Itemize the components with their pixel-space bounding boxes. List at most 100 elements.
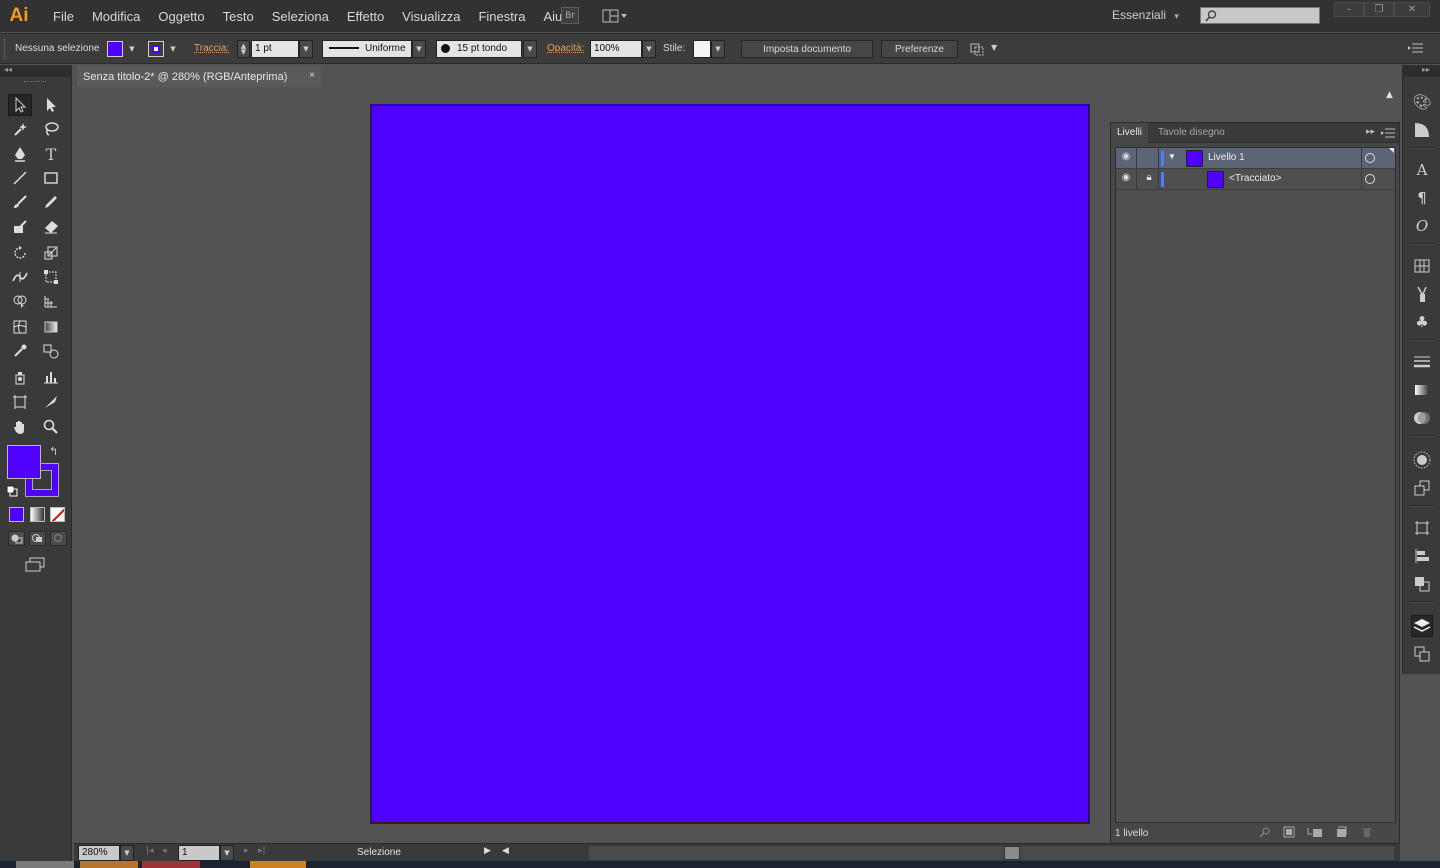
minimize-button[interactable]: – — [1334, 2, 1364, 17]
layers-panel-button[interactable] — [1411, 615, 1433, 637]
tab-artboards[interactable]: Tavole disegno — [1152, 123, 1231, 143]
search-input[interactable] — [1200, 7, 1320, 24]
gradient-panel-button[interactable] — [1411, 379, 1433, 401]
symbols-panel-button[interactable]: ♣ — [1411, 311, 1433, 333]
menu-visualizza[interactable]: Visualizza — [393, 9, 469, 24]
arrange-documents-button[interactable] — [600, 7, 630, 24]
expand-triangle-icon[interactable]: ▼ — [1168, 152, 1176, 161]
rectangle-tool[interactable] — [39, 167, 63, 189]
stroke-panel-button[interactable] — [1411, 351, 1433, 373]
draw-inside-button[interactable] — [50, 531, 67, 546]
width-tool[interactable] — [8, 266, 32, 288]
fill-swatch-front[interactable] — [7, 445, 41, 479]
previous-artboard-button[interactable]: ◂ — [162, 846, 167, 856]
locate-object-button[interactable] — [1259, 826, 1271, 841]
delete-layer-button[interactable] — [1361, 826, 1373, 841]
layer-name[interactable]: Livello 1 — [1208, 152, 1245, 163]
blob-brush-tool[interactable] — [8, 216, 32, 238]
taskbar-item-illustrator[interactable] — [250, 861, 306, 868]
opacity-field[interactable]: 100% — [590, 40, 642, 58]
lock-icon[interactable]: 🔒︎ — [1140, 172, 1158, 186]
control-bar-menu-button[interactable] — [1408, 42, 1424, 57]
stroke-weight-field[interactable]: 1 pt — [251, 40, 299, 58]
stroke-weight-dropdown[interactable]: ▼ — [299, 40, 313, 58]
taskbar-item[interactable] — [142, 861, 200, 868]
fill-dropdown[interactable]: ▼ — [125, 40, 139, 58]
free-transform-tool[interactable] — [39, 266, 63, 288]
taskbar-item[interactable] — [80, 861, 138, 868]
artboard-number-dropdown[interactable]: ▼ — [220, 845, 234, 861]
opacity-dropdown[interactable]: ▼ — [642, 40, 656, 58]
shape-builder-tool[interactable] — [8, 290, 32, 312]
magic-wand-tool[interactable] — [8, 118, 32, 140]
rotate-tool[interactable] — [8, 242, 32, 264]
none-mode-button[interactable] — [50, 507, 65, 522]
line-segment-tool[interactable] — [8, 167, 32, 189]
mesh-tool[interactable] — [8, 316, 32, 338]
slice-tool[interactable] — [39, 391, 63, 413]
stroke-dropdown[interactable]: ▼ — [166, 40, 180, 58]
isolate-dropdown[interactable]: ▼ — [991, 43, 997, 52]
scroll-left-arrow[interactable]: ◀ — [502, 846, 509, 856]
draw-normal-button[interactable] — [8, 531, 25, 546]
character-panel-button[interactable]: A — [1411, 159, 1433, 181]
stroke-profile-dropdown[interactable]: ▼ — [412, 40, 426, 58]
zoom-tool[interactable] — [39, 416, 63, 438]
artboard-number-field[interactable]: 1 — [178, 845, 220, 861]
horizontal-scroll-thumb[interactable] — [1004, 846, 1020, 860]
toolbox-collapse-strip[interactable]: ◂◂ — [0, 65, 72, 77]
brushes-panel-button[interactable] — [1411, 283, 1433, 305]
type-tool[interactable]: T — [39, 143, 63, 165]
workspace-switcher[interactable]: Essenziali ▾ — [1112, 8, 1179, 22]
visibility-eye-icon[interactable]: ◉ — [1117, 151, 1135, 165]
perspective-grid-tool[interactable] — [39, 290, 63, 312]
make-clipping-mask-button[interactable] — [1283, 826, 1295, 841]
stroke-label[interactable]: Traccia: — [194, 43, 229, 54]
align-panel-button[interactable] — [1411, 545, 1433, 567]
next-artboard-button[interactable]: ▸ — [244, 846, 249, 856]
pen-tool[interactable] — [8, 143, 32, 165]
default-fill-stroke-button[interactable] — [6, 485, 18, 497]
stroke-weight-stepper[interactable]: ▲ ▼ — [237, 40, 250, 58]
menu-modifica[interactable]: Modifica — [83, 9, 149, 24]
direct-selection-tool[interactable] — [39, 94, 63, 116]
menu-seleziona[interactable]: Seleziona — [263, 9, 338, 24]
layer-row-tracciato[interactable]: ◉ 🔒︎ <Tracciato> — [1116, 169, 1395, 190]
taskbar-item[interactable] — [16, 861, 74, 868]
zoom-field[interactable]: 280% — [78, 845, 120, 861]
screen-mode-button[interactable] — [24, 557, 46, 573]
path-name[interactable]: <Tracciato> — [1229, 173, 1281, 184]
transform-panel-button[interactable] — [1411, 517, 1433, 539]
graphic-styles-panel-button[interactable] — [1411, 477, 1433, 499]
isolate-selection-button[interactable] — [969, 41, 985, 57]
swap-fill-stroke-button[interactable]: ↰ — [49, 445, 58, 458]
artboard-tool[interactable] — [8, 391, 32, 413]
stroke-swatch[interactable] — [148, 41, 164, 57]
brush-select[interactable]: 15 pt tondo — [436, 40, 522, 58]
menu-effetto[interactable]: Effetto — [338, 9, 393, 24]
lasso-tool[interactable] — [39, 118, 63, 140]
menu-finestra[interactable]: Finestra — [469, 9, 534, 24]
artboards-panel-button[interactable] — [1411, 643, 1433, 665]
new-layer-button[interactable] — [1335, 826, 1347, 841]
gradient-tool[interactable] — [39, 316, 63, 338]
bridge-button[interactable]: Br — [561, 7, 579, 24]
column-graph-tool[interactable] — [39, 366, 63, 388]
target-circle-icon[interactable] — [1365, 174, 1375, 184]
menu-testo[interactable]: Testo — [214, 9, 263, 24]
blend-tool[interactable] — [39, 340, 63, 362]
paintbrush-tool[interactable] — [8, 191, 32, 213]
first-artboard-button[interactable]: |◂ — [146, 846, 154, 856]
tab-layers[interactable]: Livelli — [1111, 123, 1149, 143]
gradient-mode-button[interactable] — [30, 507, 45, 522]
color-panel-button[interactable] — [1411, 119, 1433, 141]
style-dropdown[interactable]: ▼ — [711, 40, 725, 58]
toolbox-grip[interactable] — [24, 81, 46, 83]
menu-file[interactable]: File — [44, 9, 83, 24]
preferences-button[interactable]: Preferenze — [881, 40, 958, 58]
new-sublayer-button[interactable] — [1307, 826, 1323, 841]
pathfinder-panel-button[interactable] — [1411, 573, 1433, 595]
artboard[interactable] — [371, 105, 1089, 823]
close-window-button[interactable]: ✕ — [1394, 2, 1430, 17]
control-bar-grip[interactable] — [4, 39, 7, 59]
